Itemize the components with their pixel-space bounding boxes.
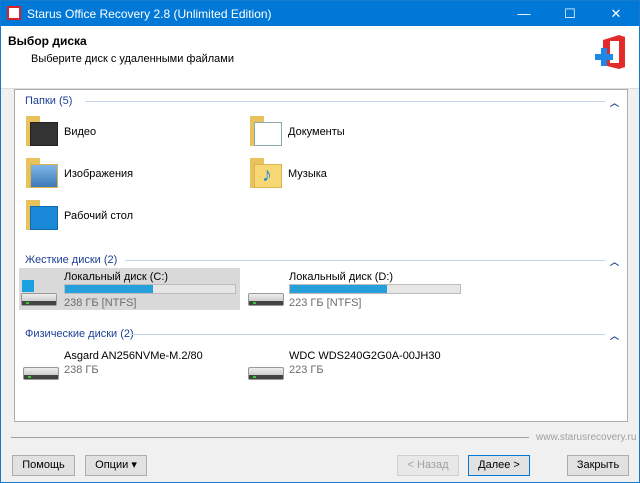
- disk-c-usage-bar: [64, 284, 236, 294]
- collapse-physical-disks-icon[interactable]: ︿: [610, 329, 619, 342]
- back-button[interactable]: < Назад: [397, 455, 459, 476]
- folder-desktop[interactable]: Рабочий стол: [64, 210, 133, 222]
- office-recovery-logo: [595, 35, 625, 69]
- physical-disk-2-name[interactable]: WDC WDS240G2G0A-00JH30: [289, 350, 441, 362]
- collapse-hard-disks-icon[interactable]: ︿: [610, 255, 619, 268]
- help-button[interactable]: Помощь: [12, 455, 75, 476]
- physical-disk-1-info: 238 ГБ: [64, 364, 99, 376]
- drive-icon: [248, 362, 284, 380]
- disk-list-panel: Папки (5) ︿ Видео Документы Изображения …: [14, 89, 628, 422]
- documents-folder-icon: [250, 116, 282, 146]
- app-icon: [7, 6, 21, 20]
- collapse-folders-icon[interactable]: ︿: [610, 96, 619, 109]
- hard-disks-section-header: Жесткие диски (2): [25, 254, 118, 266]
- title-bar: Starus Office Recovery 2.8 (Unlimited Ed…: [1, 1, 639, 26]
- folder-documents[interactable]: Документы: [288, 126, 345, 138]
- disk-d-info: 223 ГБ [NTFS]: [289, 297, 362, 309]
- divider: [125, 260, 605, 261]
- next-button[interactable]: Далее >: [468, 455, 530, 476]
- physical-disks-section-header: Физические диски (2): [25, 328, 134, 340]
- disk-d-usage-bar: [289, 284, 461, 294]
- close-window-button[interactable]: ✕: [593, 1, 639, 26]
- page-subtitle: Выберите диск с удаленными файлами: [31, 53, 234, 65]
- disk-d-name[interactable]: Локальный диск (D:): [289, 271, 393, 283]
- footer-divider: [11, 437, 529, 438]
- physical-disk-1-name[interactable]: Asgard AN256NVMe-M.2/80: [64, 350, 203, 362]
- page-title: Выбор диска: [8, 34, 87, 48]
- disk-c-name: Локальный диск (C:): [64, 271, 169, 283]
- drive-icon: [23, 362, 59, 380]
- app-window: Starus Office Recovery 2.8 (Unlimited Ed…: [0, 0, 640, 483]
- drive-icon: [248, 288, 284, 306]
- maximize-button[interactable]: ☐: [547, 1, 593, 26]
- folder-music[interactable]: Музыка: [288, 168, 327, 180]
- close-button[interactable]: Закрыть: [567, 455, 629, 476]
- physical-disk-2-info: 223 ГБ: [289, 364, 324, 376]
- desktop-folder-icon: [26, 200, 58, 230]
- options-button[interactable]: Опции ▾: [85, 455, 147, 476]
- divider: [85, 101, 605, 102]
- pictures-folder-icon: [26, 158, 58, 188]
- folder-pictures[interactable]: Изображения: [64, 168, 133, 180]
- window-title: Starus Office Recovery 2.8 (Unlimited Ed…: [27, 7, 272, 21]
- minimize-button[interactable]: —: [501, 1, 547, 26]
- music-folder-icon: ♪: [250, 158, 282, 188]
- divider: [130, 334, 605, 335]
- video-folder-icon: [26, 116, 58, 146]
- website-link[interactable]: www.starusrecovery.ru: [536, 432, 636, 443]
- folder-video[interactable]: Видео: [64, 126, 96, 138]
- wizard-header: Выбор диска Выберите диск с удаленными ф…: [1, 26, 639, 89]
- windows-logo-icon: [22, 280, 34, 292]
- folders-section-header: Папки (5): [25, 95, 73, 107]
- disk-c-info: 238 ГБ [NTFS]: [64, 297, 137, 309]
